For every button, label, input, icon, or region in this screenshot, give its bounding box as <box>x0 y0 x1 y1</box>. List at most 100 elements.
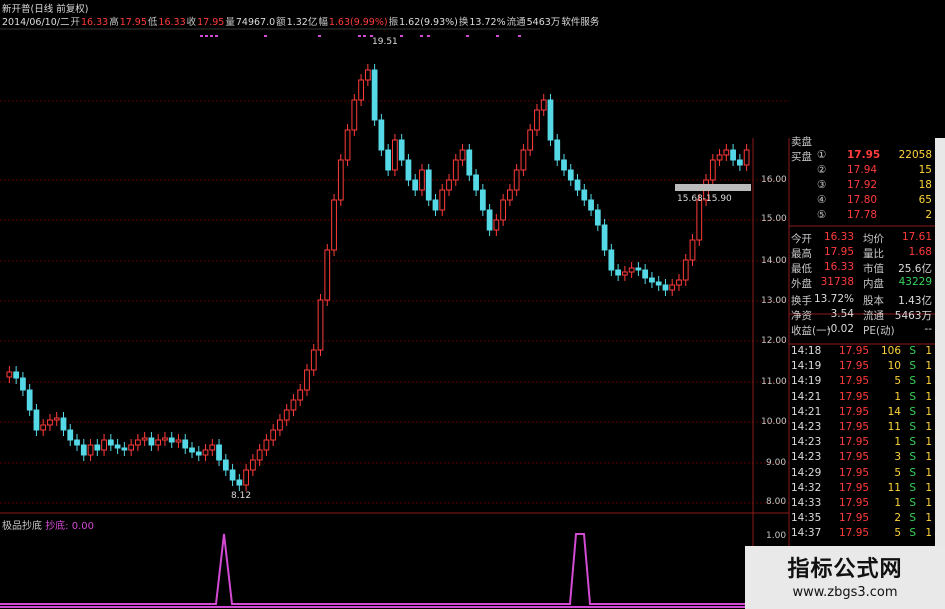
axis-label-9: 9.00 <box>766 458 787 468</box>
tick-row[interactable]: 14:21 17.95 1 S 1 <box>789 391 934 405</box>
stat-value: 13.72% <box>813 293 854 305</box>
tick-price: 17.95 <box>839 360 870 373</box>
tick-price: 17.95 <box>839 512 870 525</box>
indicator-name: 极品抄底 <box>2 521 42 532</box>
candle-body <box>723 149 730 156</box>
tick-count: 1 <box>925 360 932 373</box>
bid-level: ③ <box>817 179 827 191</box>
candle-body <box>439 189 446 211</box>
candle-body <box>736 159 743 166</box>
candle-body <box>337 159 344 201</box>
low-value: 16.33 <box>158 17 186 28</box>
candle-body <box>527 129 534 151</box>
bid-level: ⑤ <box>817 209 827 221</box>
buy-header: 买盘 <box>791 151 812 163</box>
indicator-label[interactable]: 极品抄底 抄底: 0.00 <box>2 517 94 532</box>
tick-row[interactable]: 14:23 17.95 1 S 1 <box>789 436 934 450</box>
open-label: 开 <box>70 17 80 28</box>
watermark-url: www.zbgs3.com <box>792 585 898 600</box>
candle-body <box>554 139 561 161</box>
signal-dot <box>264 35 267 37</box>
candle-body <box>412 179 419 191</box>
tick-time: 14:32 <box>791 481 822 494</box>
axis-label-14: 14.00 <box>761 256 787 266</box>
candle-body <box>540 99 547 111</box>
chg-label: 幅 <box>318 17 328 28</box>
tick-row[interactable]: 14:18 17.95 106 S 1 <box>789 345 934 359</box>
stat-label: 换手 <box>791 295 812 307</box>
tick-row[interactable]: 14:23 17.95 3 S 1 <box>789 451 934 465</box>
amp-label: 振 <box>388 17 399 28</box>
tick-row[interactable]: 14:29 17.95 5 S 1 <box>789 467 934 481</box>
axis-label-ind: 1.00 <box>766 531 787 541</box>
candle-body <box>168 437 175 443</box>
tick-row[interactable]: 14:37 17.95 5 S 1 <box>789 527 934 541</box>
tick-side: S <box>909 436 916 449</box>
tick-volume: 106 <box>880 345 901 357</box>
candle-body <box>392 139 398 171</box>
candle-body <box>649 277 655 283</box>
candle-body <box>621 271 628 276</box>
tick-row[interactable]: 14:35 17.95 2 S 1 <box>789 512 934 526</box>
candle-body <box>101 439 107 451</box>
tick-volume: 5 <box>894 375 901 388</box>
tick-side: S <box>909 375 916 388</box>
axis-label-10: 10.00 <box>761 417 787 427</box>
tick-row[interactable]: 14:32 17.95 11 S 1 <box>789 482 934 496</box>
amt-label: 额 <box>276 17 286 28</box>
candle-body <box>47 419 53 426</box>
candle-body <box>114 444 121 449</box>
vol-label: 量 <box>225 17 235 28</box>
bid-level: ② <box>817 164 827 176</box>
candle-body <box>304 369 310 391</box>
candle-body <box>676 279 682 286</box>
candle-body <box>317 299 324 351</box>
signal-dot <box>215 35 218 37</box>
candle-body <box>13 371 20 379</box>
candle-body <box>716 154 723 161</box>
candle-body <box>635 267 642 271</box>
candle-body <box>162 437 168 441</box>
tick-side: S <box>909 527 916 540</box>
tick-row[interactable]: 14:19 17.95 10 S 1 <box>789 360 934 374</box>
tick-row[interactable]: 14:23 17.95 11 S 1 <box>789 421 934 435</box>
tick-row[interactable]: 14:21 17.95 14 S 1 <box>789 406 934 420</box>
candle-body <box>80 444 87 456</box>
tick-side: S <box>909 405 916 418</box>
sell-header-row: 卖盘 <box>789 134 934 148</box>
tick-price: 17.95 <box>839 421 870 433</box>
float-value: 5463万 <box>526 17 561 28</box>
candle-body <box>256 449 263 461</box>
tick-side: S <box>909 481 916 494</box>
candle-body <box>20 377 26 391</box>
candle-body <box>74 439 80 446</box>
tick-volume: 1 <box>894 497 901 509</box>
bid-row[interactable]: ③ 17.92 18 <box>789 179 934 193</box>
amp-value: 1.62(9.93%) <box>399 17 458 28</box>
bid-row[interactable]: ② 17.94 15 <box>789 164 934 178</box>
stat-value: 3.54 <box>830 308 854 320</box>
candle-body <box>283 409 290 421</box>
candle-body <box>324 249 331 301</box>
candle-body <box>479 189 486 211</box>
candle-body <box>662 284 669 291</box>
candle-body <box>297 389 304 401</box>
signal-dot <box>466 35 469 37</box>
bid-row[interactable]: ⑤ 17.78 2 <box>789 209 934 223</box>
tick-row[interactable]: 14:19 17.95 5 S 1 <box>789 375 934 389</box>
tick-price: 17.95 <box>839 451 870 464</box>
bid-row[interactable]: 买盘 ① 17.95 22058 <box>789 149 934 163</box>
sector-label[interactable]: 软件服务 <box>561 17 599 28</box>
tick-price: 17.95 <box>839 405 870 418</box>
amt-value: 1.32亿 <box>286 17 318 28</box>
stat-value: 17.95 <box>823 246 854 258</box>
candle-body <box>310 349 317 371</box>
candle-body <box>574 179 581 191</box>
candle-body <box>642 269 649 279</box>
float-label: 流通 <box>506 17 526 28</box>
tick-row[interactable]: 14:33 17.95 1 S 1 <box>789 497 934 511</box>
bid-row[interactable]: ④ 17.80 65 <box>789 194 934 208</box>
indicator-param: 抄底: 0.00 <box>45 521 95 532</box>
candle-body <box>222 459 229 471</box>
side-toolbar[interactable] <box>935 138 945 548</box>
